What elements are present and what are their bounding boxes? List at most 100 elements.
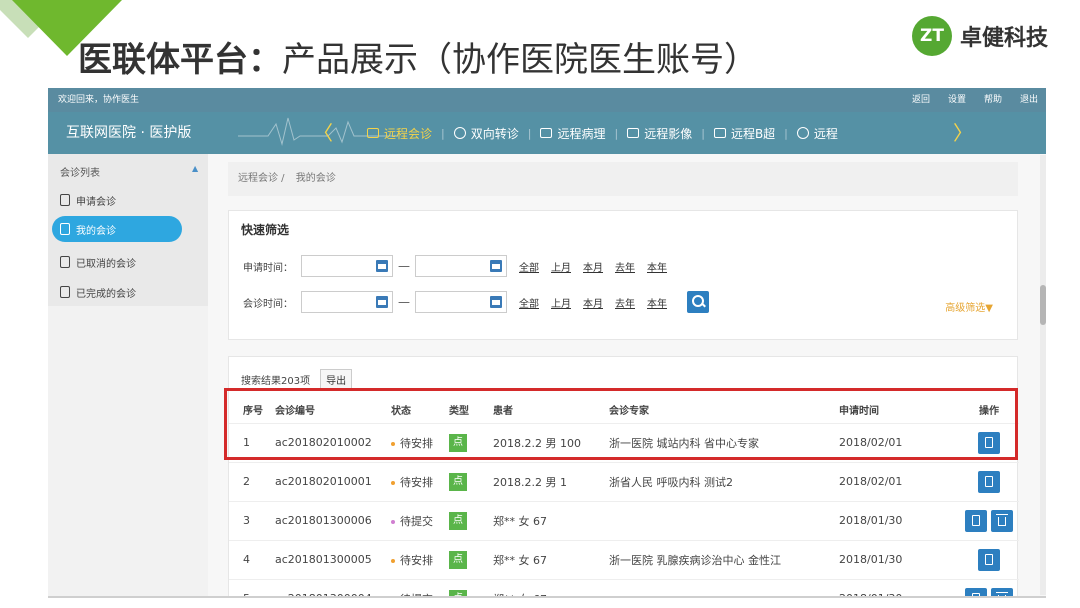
view-button[interactable] <box>965 509 987 532</box>
consult-end-date-input[interactable] <box>415 291 507 313</box>
tab-remote-consult[interactable]: 远程会诊 <box>358 125 441 142</box>
cell-code: ac201802010002 <box>267 423 391 463</box>
table-row[interactable]: 3 ac201801300006 待提交 点 郑** 女 67 2018/01/30 <box>229 501 1019 541</box>
slide-title-rest: 产品展示（协作医院医生账号） <box>282 40 758 80</box>
cell-no: 1 <box>229 423 267 463</box>
table-row[interactable]: 2 ac201802010001 待安排 点 2018.2.2 男 1 浙省人民 呼吸内科… <box>229 462 1019 502</box>
scrollbar-thumb[interactable] <box>1040 285 1046 325</box>
col-header-expert: 会诊专家 <box>609 397 839 424</box>
quick-this-year-link[interactable]: 本年 <box>647 295 667 310</box>
breadcrumb-root[interactable]: 远程会诊 / <box>238 173 285 184</box>
consult-start-date-input[interactable] <box>301 291 393 313</box>
apply-start-date-input[interactable] <box>301 255 393 277</box>
cell-date: 2018/02/01 <box>839 462 959 502</box>
collapse-arrow-icon[interactable]: ▲ <box>192 164 198 173</box>
logout-link[interactable]: 退出 <box>1020 88 1038 112</box>
tab-imaging[interactable]: 远程影像 <box>618 125 701 142</box>
welcome-text: 欢迎回来，协作医生 <box>58 95 140 105</box>
user-group-icon <box>60 223 70 235</box>
status-dot-icon <box>391 558 395 563</box>
sidebar-header[interactable]: 会诊列表 <box>60 164 100 179</box>
imaging-icon <box>627 128 640 138</box>
quick-all-link[interactable]: 全部 <box>519 259 539 274</box>
quick-last-month-link[interactable]: 上月 <box>551 295 571 310</box>
sidebar-item-cancelled[interactable]: 已取消的会诊 <box>60 252 136 272</box>
status-dot-icon <box>391 519 395 524</box>
cell-expert: 浙省人民 呼吸内科 测试2 <box>609 462 839 502</box>
tab-pathology[interactable]: 远程病理 <box>531 125 614 142</box>
cell-date: 2018/02/01 <box>839 423 959 463</box>
calendar-icon[interactable] <box>490 296 502 308</box>
cell-status: 待安排 <box>391 423 449 463</box>
search-button[interactable] <box>687 291 709 313</box>
sidebar-item-my-consult[interactable]: 我的会诊 <box>52 216 182 242</box>
top-links: 返回 设置 帮助 退出 <box>912 88 1038 112</box>
quick-last-year-link[interactable]: 去年 <box>615 295 635 310</box>
cell-actions <box>959 501 1019 541</box>
tab-label: 远程B超 <box>730 126 776 141</box>
quick-filter-panel: 快速筛选 申请时间： — 全部 上月 本月 去年 本年 会诊时间： — 全部 上… <box>228 210 1018 340</box>
sidebar: 会诊列表 ▲ 申请会诊 我的会诊 已取消的会诊 已完成的会诊 <box>48 154 208 598</box>
apply-end-date-input[interactable] <box>415 255 507 277</box>
page-scrollbar[interactable] <box>1040 155 1046 595</box>
help-link[interactable]: 帮助 <box>984 88 1002 112</box>
quick-this-year-link[interactable]: 本年 <box>647 259 667 274</box>
status-text: 待安排 <box>400 436 433 450</box>
sidebar-item-apply[interactable]: 申请会诊 <box>60 190 116 210</box>
cell-status: 待安排 <box>391 462 449 502</box>
breadcrumb-current: 我的会诊 <box>295 173 336 184</box>
nav-prev-arrow-icon[interactable]: 〈 <box>313 112 333 154</box>
view-button[interactable] <box>978 431 1000 454</box>
clipboard-x-icon <box>60 256 70 268</box>
col-header-code: 会诊编号 <box>267 397 391 424</box>
quick-all-link[interactable]: 全部 <box>519 295 539 310</box>
quick-this-month-link[interactable]: 本月 <box>583 295 603 310</box>
cell-patient: 2018.2.2 男 1 <box>493 462 609 502</box>
cell-code: ac201801300005 <box>267 540 391 580</box>
cell-type: 点 <box>449 423 493 463</box>
status-text: 待安排 <box>400 553 433 567</box>
quick-this-month-link[interactable]: 本月 <box>583 259 603 274</box>
cell-actions <box>959 462 1019 502</box>
app-window: 欢迎回来，协作医生 返回 设置 帮助 退出 互联网医院 · 医护版 〈 远程会诊… <box>48 88 1046 598</box>
status-dot-icon <box>391 480 395 485</box>
nav-next-arrow-icon[interactable]: 〉 <box>953 112 973 154</box>
cell-actions <box>959 540 1019 580</box>
col-header-actions: 操作 <box>959 397 1019 424</box>
table-row[interactable]: 1 ac201802010002 待安排 点 2018.2.2 男 100 浙一医院 城站… <box>229 423 1019 463</box>
tab-referral[interactable]: 双向转诊 <box>445 125 528 142</box>
calendar-icon[interactable] <box>490 260 502 272</box>
nav-bar: 互联网医院 · 医护版 〈 远程会诊 | 双向转诊 | 远程病理 | 远程影像 <box>48 112 1046 154</box>
tab-ultrasound[interactable]: 远程B超 <box>705 125 784 142</box>
cell-actions <box>959 423 1019 463</box>
back-link[interactable]: 返回 <box>912 88 930 112</box>
quick-last-year-link[interactable]: 去年 <box>615 259 635 274</box>
apply-time-row: 申请时间： — 全部 上月 本月 去年 本年 <box>243 255 667 277</box>
sidebar-item-label: 已取消的会诊 <box>76 258 136 270</box>
view-button[interactable] <box>978 470 1000 493</box>
consult-time-row: 会诊时间： — 全部 上月 本月 去年 本年 <box>243 291 709 313</box>
slide-title-bold: 医联体平台： <box>78 40 282 80</box>
view-button[interactable] <box>978 548 1000 571</box>
apply-time-label: 申请时间： <box>243 262 293 274</box>
quick-last-month-link[interactable]: 上月 <box>551 259 571 274</box>
calendar-icon[interactable] <box>376 260 388 272</box>
delete-button[interactable] <box>991 509 1013 532</box>
cell-type: 点 <box>449 540 493 580</box>
tab-more[interactable]: 远程 <box>788 125 847 142</box>
cell-expert: 浙一医院 城站内科 省中心专家 <box>609 423 839 463</box>
sidebar-item-label: 申请会诊 <box>76 196 116 208</box>
consult-table: 序号 会诊编号 状态 类型 患者 会诊专家 申请时间 操作 1 ac2018020… <box>229 397 1019 598</box>
results-header: 搜索结果203项 导出 <box>241 369 353 390</box>
cell-patient: 郑** 女 67 <box>493 501 609 541</box>
settings-link[interactable]: 设置 <box>948 88 966 112</box>
clipboard-icon <box>60 194 70 206</box>
table-row[interactable]: 4 ac201801300005 待安排 点 郑** 女 67 浙一医院 乳腺疾病诊治中心… <box>229 540 1019 580</box>
cell-status: 待提交 <box>391 501 449 541</box>
type-badge: 点 <box>449 511 467 530</box>
export-button[interactable]: 导出 <box>320 369 353 390</box>
advanced-filter-link[interactable]: 高级筛选▼ <box>945 299 993 314</box>
sidebar-item-completed[interactable]: 已完成的会诊 <box>60 282 136 302</box>
col-header-patient: 患者 <box>493 397 609 424</box>
calendar-icon[interactable] <box>376 296 388 308</box>
